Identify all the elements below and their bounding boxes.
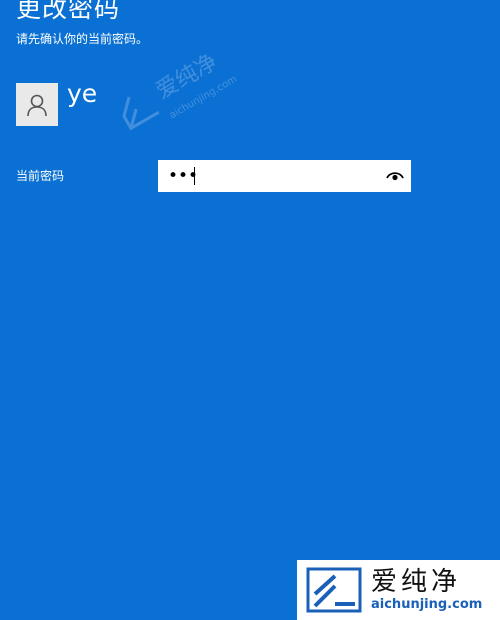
reveal-password-button[interactable]	[383, 164, 407, 188]
site-logo-name: 爱纯净	[371, 567, 462, 597]
watermark-overlay: 爱纯净 aichunjing.com	[110, 40, 239, 143]
eye-icon	[386, 172, 404, 181]
current-password-label: 当前密码	[16, 169, 65, 183]
site-logo-url: aichunjing.com	[371, 597, 483, 612]
avatar	[16, 83, 58, 126]
page-subtitle: 请先确认你的当前密码。	[16, 32, 149, 46]
current-password-input[interactable]	[158, 161, 378, 191]
text-caret	[194, 167, 195, 185]
site-logo-icon	[306, 567, 362, 613]
page-title: 更改密码	[16, 0, 121, 23]
username: ye	[67, 79, 98, 108]
user-silhouette-icon	[27, 94, 47, 116]
current-password-box[interactable]	[158, 160, 411, 192]
site-logo-badge: 爱纯净 aichunjing.com	[297, 560, 500, 620]
